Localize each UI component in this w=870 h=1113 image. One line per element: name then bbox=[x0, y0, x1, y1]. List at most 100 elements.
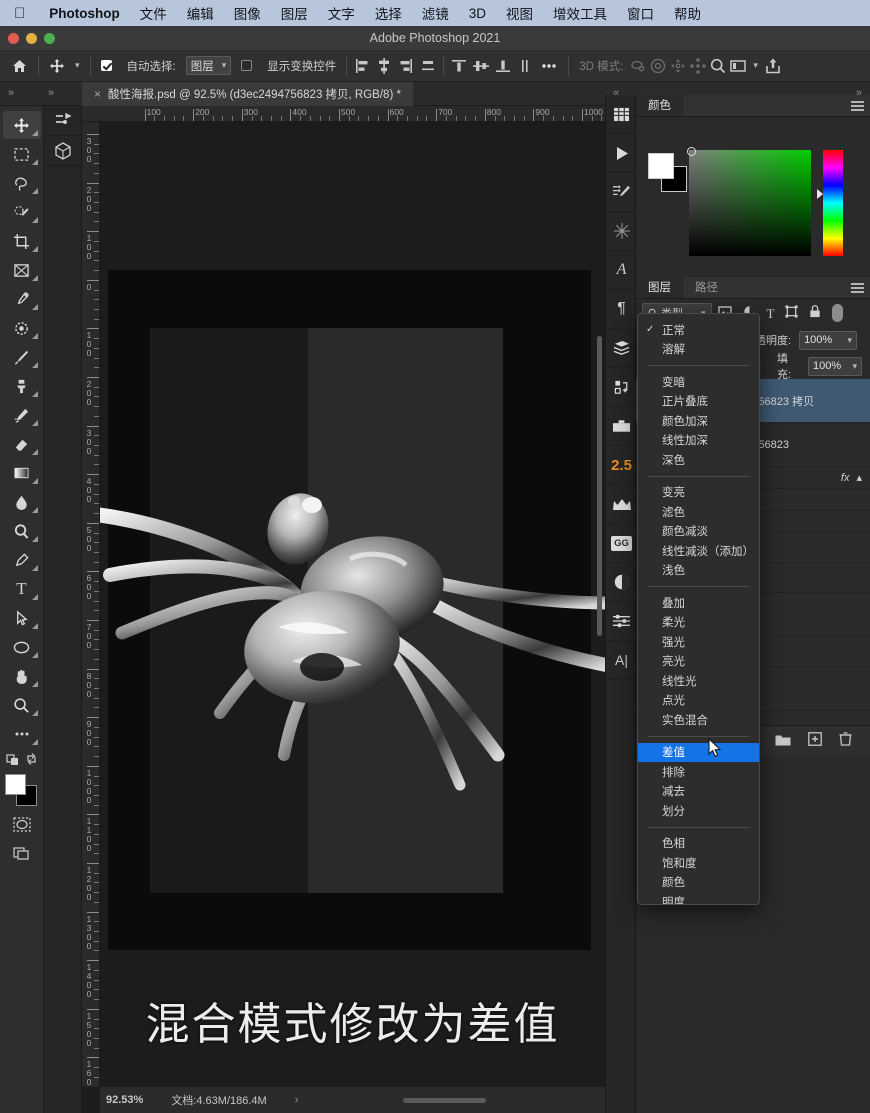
collapse-left2-icon[interactable]: » bbox=[48, 87, 54, 99]
panel-menu-icon[interactable] bbox=[851, 283, 864, 295]
blend-mode-option[interactable]: 饱和度 bbox=[638, 853, 759, 873]
lasso-tool[interactable] bbox=[3, 169, 41, 197]
blur-tool[interactable] bbox=[3, 488, 41, 516]
blend-mode-option[interactable]: 排除 bbox=[638, 762, 759, 782]
align-left-icon[interactable] bbox=[352, 56, 372, 76]
layers-comp-icon[interactable] bbox=[606, 329, 637, 368]
close-icon[interactable]: × bbox=[94, 87, 101, 101]
adjustments-icon[interactable] bbox=[606, 563, 637, 602]
align-horizontal-center-icon[interactable] bbox=[374, 56, 394, 76]
move-tool[interactable] bbox=[2, 111, 41, 139]
zoom-tool[interactable] bbox=[3, 691, 41, 719]
new-group-icon[interactable] bbox=[775, 733, 791, 749]
canvas-area[interactable]: 混合模式修改为差值 bbox=[100, 122, 605, 1087]
more-options-icon[interactable] bbox=[535, 50, 563, 82]
menu-filter[interactable]: 滤镜 bbox=[412, 3, 459, 23]
libraries-icon[interactable] bbox=[606, 95, 637, 134]
sliders-icon[interactable] bbox=[606, 602, 637, 641]
hue-slider[interactable] bbox=[823, 150, 843, 256]
align-bottom-icon[interactable] bbox=[493, 56, 513, 76]
paragraph-panel-icon[interactable]: ¶ bbox=[606, 290, 637, 329]
brush-tool[interactable] bbox=[3, 343, 41, 371]
opacity-field[interactable]: 100% ▾ bbox=[799, 330, 858, 350]
blend-mode-option[interactable]: 减去 bbox=[638, 782, 759, 802]
blend-mode-option[interactable]: 正片叠底 bbox=[638, 392, 759, 412]
workspace-chevron-icon[interactable]: ▾ bbox=[748, 50, 763, 82]
dodge-tool[interactable] bbox=[3, 517, 41, 545]
blend-mode-option[interactable]: 线性加深 bbox=[638, 431, 759, 451]
edit-toolbar-button[interactable] bbox=[3, 720, 41, 748]
blend-mode-option[interactable]: 线性减淡（添加） bbox=[638, 541, 759, 561]
tab-paths[interactable]: 路径 bbox=[683, 276, 730, 298]
blend-mode-option[interactable]: 浅色 bbox=[638, 561, 759, 581]
blend-mode-option[interactable]: 叠加 bbox=[638, 593, 759, 613]
close-window-button[interactable] bbox=[8, 33, 19, 44]
color-field[interactable] bbox=[689, 150, 811, 256]
filter-type-icon[interactable]: T bbox=[767, 307, 775, 320]
new-layer-icon[interactable] bbox=[808, 732, 822, 749]
3d-orbit-icon[interactable] bbox=[628, 56, 648, 76]
path-selection-tool[interactable] bbox=[3, 604, 41, 632]
blend-mode-option[interactable]: 强光 bbox=[638, 632, 759, 652]
canvas-horizontal-scrollbar[interactable] bbox=[403, 1098, 486, 1103]
eraser-tool[interactable] bbox=[3, 430, 41, 458]
hue-slider-marker[interactable] bbox=[817, 189, 823, 199]
tab-layers[interactable]: 图层 bbox=[636, 276, 683, 298]
screen-mode-icon[interactable] bbox=[3, 839, 41, 867]
delete-layer-icon[interactable] bbox=[839, 732, 852, 749]
ai-text-icon[interactable]: A| bbox=[606, 641, 637, 680]
blend-mode-option[interactable]: 变亮 bbox=[638, 483, 759, 503]
color-field-marker[interactable] bbox=[687, 147, 696, 156]
gg-plugin-icon[interactable]: GG bbox=[606, 524, 637, 563]
status-expand-icon[interactable]: › bbox=[295, 1094, 299, 1106]
blend-mode-option[interactable]: 色相 bbox=[638, 834, 759, 854]
menu-3d[interactable]: 3D bbox=[459, 6, 496, 21]
filter-shape-icon[interactable] bbox=[785, 305, 799, 321]
toolbox-icon[interactable] bbox=[606, 407, 637, 446]
3d-slide-icon[interactable] bbox=[688, 56, 708, 76]
color-swatches[interactable] bbox=[4, 774, 39, 806]
blend-mode-option[interactable]: 点光 bbox=[638, 691, 759, 711]
3d-cube-icon[interactable] bbox=[44, 136, 82, 166]
menu-help[interactable]: 帮助 bbox=[664, 3, 711, 23]
align-vertical-center-icon[interactable] bbox=[471, 56, 491, 76]
3d-pan-icon[interactable] bbox=[668, 56, 688, 76]
vertical-ruler[interactable]: 300 200 100 0 100 200 300 400 500 600 700 800 900 100… bbox=[82, 122, 100, 1087]
tab-color[interactable]: 颜色 bbox=[636, 94, 683, 116]
crop-tool[interactable] bbox=[3, 227, 41, 255]
fill-field[interactable]: 100% ▾ bbox=[807, 356, 862, 376]
menu-type[interactable]: 文字 bbox=[318, 3, 365, 23]
share-icon[interactable] bbox=[763, 56, 783, 76]
document-tab[interactable]: × 酸性海报.psd @ 92.5% (d3ec2494756823 拷贝, R… bbox=[82, 82, 413, 106]
brush-presets-icon[interactable] bbox=[606, 173, 637, 212]
blend-mode-dropdown[interactable]: 正常溶解变暗正片叠底颜色加深线性加深深色变亮滤色颜色减淡线性减淡（添加）浅色叠加… bbox=[637, 313, 760, 905]
home-button[interactable] bbox=[6, 50, 33, 82]
eyedropper-tool[interactable] bbox=[3, 285, 41, 313]
crown-icon[interactable] bbox=[606, 485, 637, 524]
blend-mode-option[interactable]: 溶解 bbox=[638, 340, 759, 360]
actions-icon[interactable] bbox=[606, 368, 637, 407]
blend-mode-option[interactable]: 明度 bbox=[638, 892, 759, 904]
frame-tool[interactable] bbox=[3, 256, 41, 284]
3d-roll-icon[interactable] bbox=[648, 56, 668, 76]
distribute-vertical-icon[interactable] bbox=[515, 56, 535, 76]
blend-mode-option[interactable]: 亮光 bbox=[638, 652, 759, 672]
auto-select-target-select[interactable]: 图层 ▾ bbox=[181, 50, 237, 82]
hand-tool[interactable] bbox=[3, 662, 41, 690]
maximize-window-button[interactable] bbox=[44, 33, 55, 44]
panel-menu-icon[interactable] bbox=[851, 101, 864, 113]
menu-file[interactable]: 文件 bbox=[130, 3, 177, 23]
workspace-icon[interactable] bbox=[728, 56, 748, 76]
zoom-level[interactable]: 92.53% bbox=[106, 1094, 143, 1106]
blend-mode-option[interactable]: 柔光 bbox=[638, 613, 759, 633]
marquee-tool[interactable] bbox=[3, 140, 41, 168]
type-tool[interactable]: T bbox=[3, 575, 41, 603]
blend-mode-option[interactable]: 颜色 bbox=[638, 873, 759, 893]
blend-mode-option[interactable]: 正常 bbox=[638, 320, 759, 340]
character-panel-icon[interactable]: A bbox=[606, 251, 637, 290]
filter-toggle[interactable] bbox=[832, 304, 844, 322]
clone-stamp-tool[interactable] bbox=[3, 372, 41, 400]
chevron-up-icon[interactable]: ▴ bbox=[856, 471, 862, 484]
collapse-left-icon[interactable]: » bbox=[8, 87, 14, 99]
quick-selection-tool[interactable] bbox=[3, 198, 41, 226]
